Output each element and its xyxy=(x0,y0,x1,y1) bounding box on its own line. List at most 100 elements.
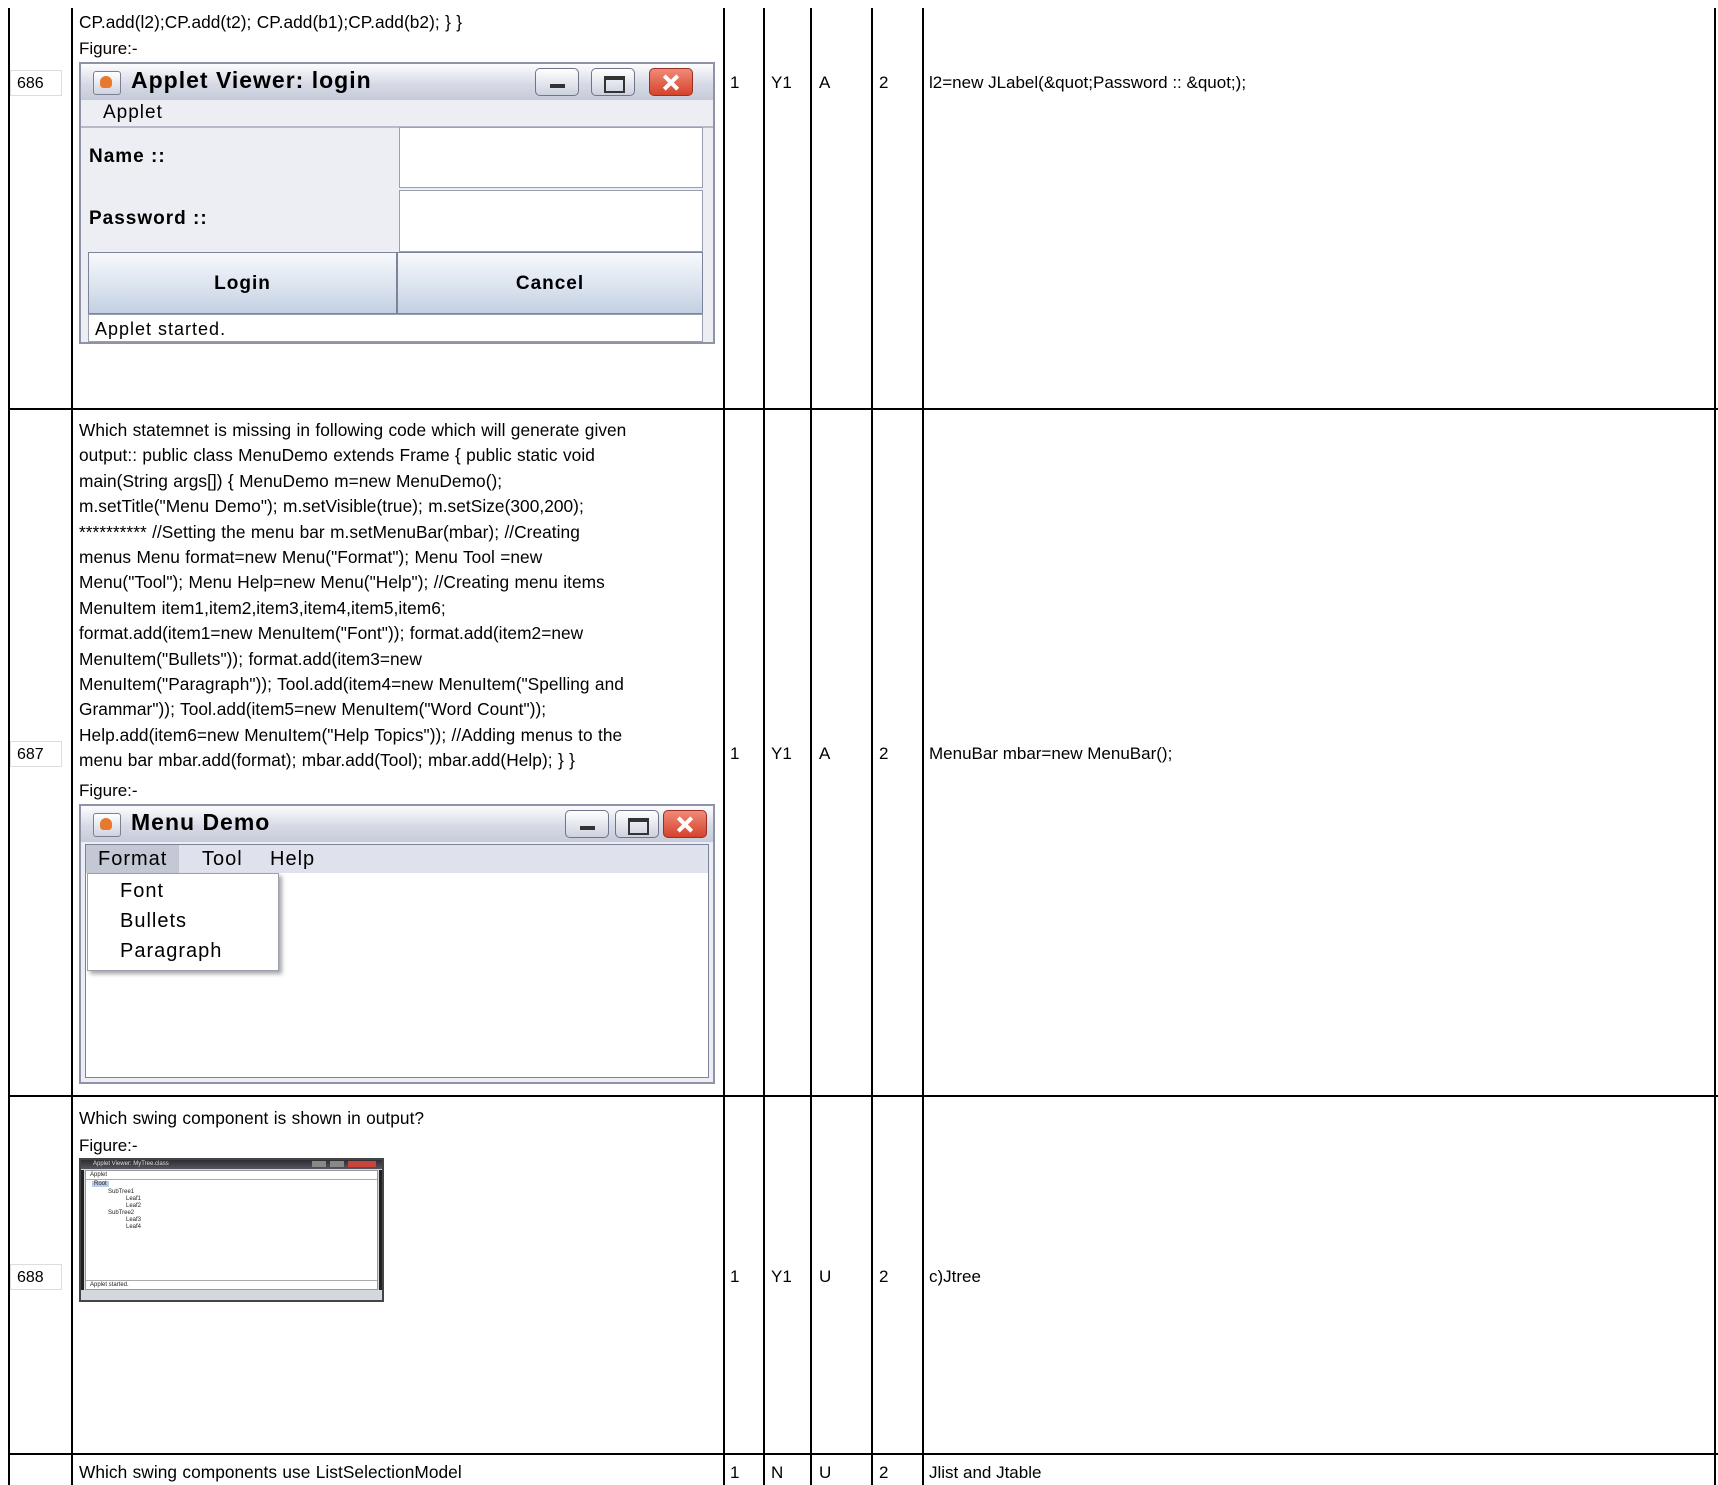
frame-edge xyxy=(81,1170,84,1290)
name-label: Name :: xyxy=(89,146,166,167)
code-line: CP.add(l2);CP.add(t2); CP.add(b1);CP.add… xyxy=(79,12,463,32)
code-cell: Y1 xyxy=(771,73,792,92)
code-line: ********** //Setting the menu bar m.setM… xyxy=(79,521,580,542)
figure-label: Figure:- xyxy=(79,1136,138,1155)
column-divider xyxy=(871,8,873,1485)
code-line: Menu("Tool"); Menu Help=new Menu("Help")… xyxy=(79,572,605,593)
code-line: Grammar")); Tool.add(item5=new MenuItem(… xyxy=(79,699,547,720)
row-divider xyxy=(8,408,1718,410)
level-cell: A xyxy=(819,73,831,92)
tree-node-subtree1[interactable]: SubTree1 xyxy=(108,1189,134,1195)
table-border-right xyxy=(1714,8,1716,1485)
menu-tool[interactable]: Tool xyxy=(190,845,255,873)
code-line: MenuItem("Paragraph")); Tool.add(item4=n… xyxy=(79,674,624,695)
code-line: Which statemnet is missing in following … xyxy=(79,420,627,440)
figure-label: Figure:- xyxy=(79,39,138,58)
applet-menu[interactable]: Applet xyxy=(103,102,163,124)
menu-demo-window: Menu Demo Format Tool Help Font Bullets … xyxy=(79,804,715,1084)
minimize-icon[interactable] xyxy=(312,1161,326,1167)
maximize-icon[interactable] xyxy=(591,68,635,96)
menu-item-bullets[interactable]: Bullets xyxy=(120,910,187,933)
co-cell: 2 xyxy=(879,73,889,92)
menu-item-font[interactable]: Font xyxy=(120,880,164,903)
java-icon xyxy=(93,813,121,837)
question-line: Which swing components use ListSelection… xyxy=(79,1462,462,1482)
question-text: Which statemnet is missing in following … xyxy=(79,418,719,774)
java-icon xyxy=(93,71,121,95)
tree-node-root[interactable]: Root xyxy=(92,1181,109,1187)
close-icon[interactable] xyxy=(663,810,707,838)
level-cell: U xyxy=(819,1463,832,1482)
tree-node-leaf2[interactable]: Leaf2 xyxy=(126,1203,141,1209)
code-cell: Y1 xyxy=(771,744,792,763)
question-line: Which swing component is shown in output… xyxy=(79,1108,425,1128)
client-area: Format Tool Help Font Bullets Paragraph xyxy=(85,844,709,1078)
cancel-button[interactable]: Cancel xyxy=(397,252,703,314)
divider xyxy=(86,1179,377,1180)
code-line: m.setTitle("Menu Demo"); m.setVisible(tr… xyxy=(79,496,584,517)
tree-panel: Applet Root SubTree1 Leaf1 Leaf2 SubTree… xyxy=(85,1170,378,1290)
maximize-icon[interactable] xyxy=(330,1161,344,1167)
co-cell: 2 xyxy=(879,744,889,763)
applet-menu[interactable]: Applet xyxy=(90,1172,107,1178)
marks-cell: 1 xyxy=(730,744,740,763)
menu-item-paragraph[interactable]: Paragraph xyxy=(120,940,222,963)
question-number: 686 xyxy=(10,70,62,96)
question-number: 687 xyxy=(10,741,62,767)
row-divider xyxy=(8,1453,1718,1455)
title-bar: Applet Viewer: MyTree.class xyxy=(81,1160,382,1169)
code-cell: N xyxy=(771,1463,784,1482)
applet-viewer-window: Applet Viewer: login Applet Name :: Pass… xyxy=(79,62,715,344)
answer-cell: c)Jtree xyxy=(929,1267,981,1286)
window-title: Applet Viewer: MyTree.class xyxy=(93,1161,169,1167)
column-divider xyxy=(922,8,924,1485)
column-divider xyxy=(763,8,765,1485)
code-line: output:: public class MenuDemo extends F… xyxy=(79,445,595,466)
tree-node-subtree2[interactable]: SubTree2 xyxy=(108,1210,134,1216)
menu-help[interactable]: Help xyxy=(258,845,327,873)
marks-cell: 1 xyxy=(730,1463,740,1482)
co-cell: 2 xyxy=(879,1267,889,1286)
code-line: main(String args[]) { MenuDemo m=new Men… xyxy=(79,470,503,491)
marks-cell: 1 xyxy=(730,73,740,92)
column-divider xyxy=(810,8,812,1485)
row-divider xyxy=(8,1095,1718,1097)
level-cell: A xyxy=(819,744,831,763)
status-bar: Applet started. xyxy=(90,1282,129,1288)
minimize-icon[interactable] xyxy=(535,68,579,96)
figure-label: Figure:- xyxy=(79,781,138,800)
question-number: 688 xyxy=(10,1264,62,1290)
status-bar: Applet started. xyxy=(88,314,703,342)
tree-node-leaf4[interactable]: Leaf4 xyxy=(126,1224,141,1230)
divider xyxy=(86,1280,377,1281)
close-icon[interactable] xyxy=(649,68,693,96)
name-field[interactable] xyxy=(399,127,703,188)
tree-node-leaf1[interactable]: Leaf1 xyxy=(126,1196,141,1202)
password-field[interactable] xyxy=(399,190,703,252)
question-text: CP.add(l2);CP.add(t2); CP.add(b1);CP.add… xyxy=(79,10,719,35)
tree-applet-window: Applet Viewer: MyTree.class Applet Root … xyxy=(79,1158,384,1302)
code-cell: Y1 xyxy=(771,1267,792,1286)
minimize-icon[interactable] xyxy=(565,810,609,838)
maximize-icon[interactable] xyxy=(615,810,659,838)
menu-format[interactable]: Format xyxy=(86,845,180,873)
co-cell: 2 xyxy=(879,1463,889,1482)
frame-edge xyxy=(379,1170,382,1290)
level-cell: U xyxy=(819,1267,832,1286)
tree-node-leaf3[interactable]: Leaf3 xyxy=(126,1217,141,1223)
question-text: Which swing component is shown in output… xyxy=(79,1106,719,1131)
password-label: Password :: xyxy=(89,208,208,229)
answer-cell: Jlist and Jtable xyxy=(929,1463,1042,1482)
title-bar: Menu Demo xyxy=(81,806,713,842)
column-divider xyxy=(723,8,725,1485)
code-line: MenuItem item1,item2,item3,item4,item5,i… xyxy=(79,597,446,618)
marks-cell: 1 xyxy=(730,1267,740,1286)
format-dropdown: Font Bullets Paragraph xyxy=(87,873,279,971)
column-divider xyxy=(71,8,73,1485)
login-button[interactable]: Login xyxy=(88,252,397,314)
code-line: MenuItem("Bullets")); format.add(item3=n… xyxy=(79,648,422,669)
code-line: menus Menu format=new Menu("Format"); Me… xyxy=(79,547,543,568)
code-line: Help.add(item6=new MenuItem("Help Topics… xyxy=(79,724,623,745)
close-icon[interactable] xyxy=(348,1161,376,1167)
answer-cell: l2=new JLabel(&quot;Password :: &quot;); xyxy=(929,73,1247,92)
